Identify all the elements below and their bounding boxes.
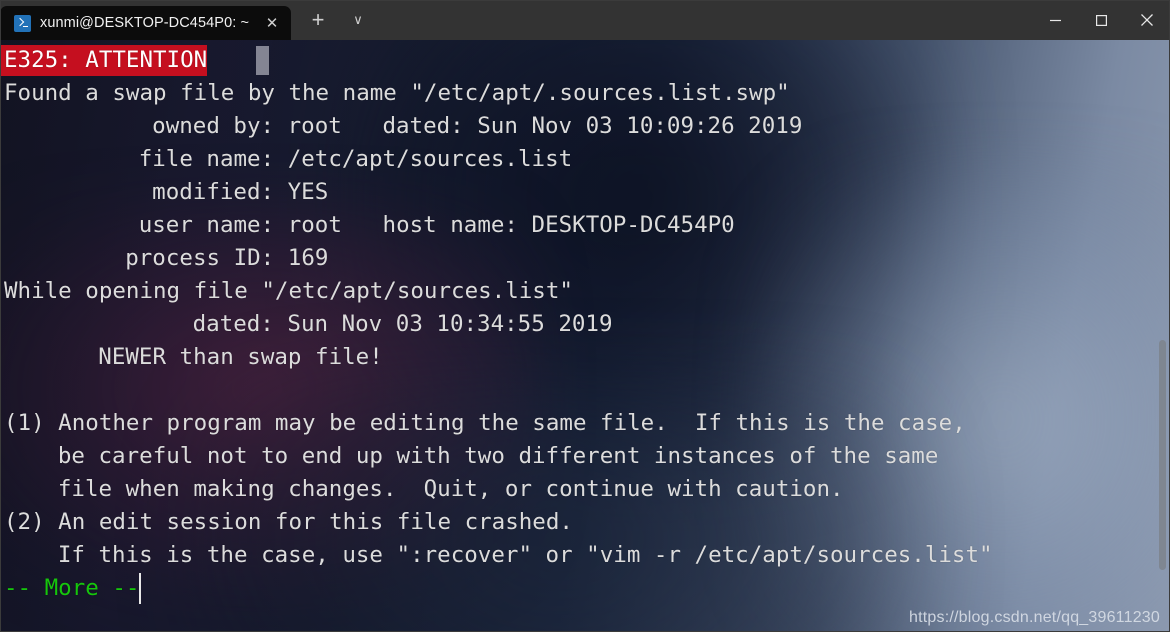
terminal-line: be careful not to end up with two differ… bbox=[57, 443, 939, 469]
more-prompt: -- More -- bbox=[4, 575, 140, 601]
terminal-line: If this is the case, use ":recover" or "… bbox=[57, 542, 993, 568]
terminal-window: xunmi@DESKTOP-DC454P0: ~ ✕ + ∨ E325: ATT… bbox=[0, 0, 1170, 632]
terminal-line: dated: Sun Nov 03 10:34:55 2019 bbox=[192, 311, 613, 337]
window-controls bbox=[1032, 0, 1170, 40]
scrollbar-thumb[interactable] bbox=[1159, 340, 1166, 570]
terminal-line: (1) Another program may be editing the s… bbox=[4, 410, 966, 436]
terminal-line: Found a swap file by the name "/etc/apt/… bbox=[4, 80, 790, 106]
close-window-button[interactable] bbox=[1124, 0, 1170, 40]
new-tab-button[interactable]: + bbox=[301, 3, 335, 37]
terminal-line: (2) An edit session for this file crashe… bbox=[4, 509, 573, 535]
terminal-line: NEWER than swap file! bbox=[98, 344, 383, 370]
tab-title: xunmi@DESKTOP-DC454P0: ~ bbox=[40, 15, 250, 31]
maximize-button[interactable] bbox=[1078, 0, 1124, 40]
block-cursor bbox=[255, 46, 269, 75]
tab-strip: xunmi@DESKTOP-DC454P0: ~ ✕ + ∨ bbox=[0, 0, 375, 40]
powershell-icon bbox=[14, 14, 31, 32]
terminal-line: file when making changes. Quit, or conti… bbox=[57, 476, 844, 502]
title-bar: xunmi@DESKTOP-DC454P0: ~ ✕ + ∨ bbox=[0, 0, 1170, 40]
watermark: https://blog.csdn.net/qq_39611230 bbox=[909, 609, 1160, 626]
terminal-line: process ID: 169 bbox=[125, 245, 329, 271]
text-cursor bbox=[138, 573, 141, 604]
terminal-text-area: E325: ATTENTION Found a swap file by the … bbox=[0, 40, 1170, 632]
terminal-line: file name: /etc/apt/sources.list bbox=[138, 146, 573, 172]
close-tab-icon[interactable]: ✕ bbox=[259, 10, 285, 36]
terminal-body[interactable]: E325: ATTENTION Found a swap file by the … bbox=[0, 40, 1170, 632]
terminal-line: While opening file "/etc/apt/sources.lis… bbox=[4, 278, 573, 304]
chevron-down-icon[interactable]: ∨ bbox=[341, 3, 375, 37]
minimize-button[interactable] bbox=[1032, 0, 1078, 40]
terminal-line: owned by: root dated: Sun Nov 03 10:09:2… bbox=[152, 113, 803, 139]
tab-active-shell[interactable]: xunmi@DESKTOP-DC454P0: ~ ✕ bbox=[0, 6, 292, 40]
error-banner: E325: ATTENTION bbox=[0, 45, 208, 76]
terminal-line: modified: YES bbox=[152, 179, 329, 205]
terminal-line: user name: root host name: DESKTOP-DC454… bbox=[138, 212, 735, 238]
